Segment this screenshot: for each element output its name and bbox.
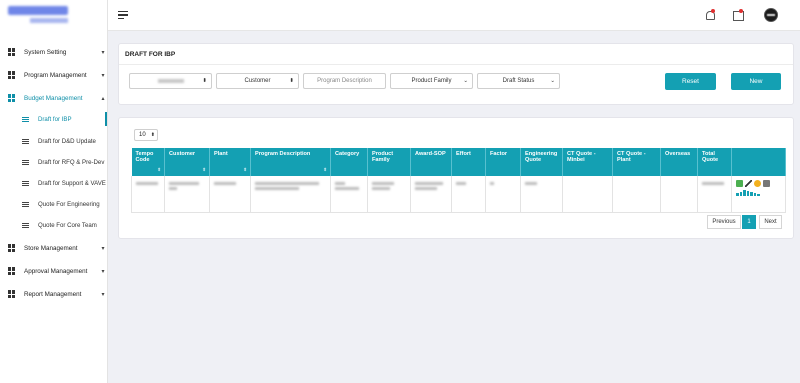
sidebar-item-approval-management[interactable]: Approval Management ▾	[0, 260, 108, 282]
table-row[interactable]	[131, 176, 786, 213]
chevron-down-icon: ⌄	[463, 78, 468, 84]
col-header[interactable]: Tempo Code ⬍	[131, 148, 165, 176]
chevron-down-icon: ▾	[101, 245, 105, 252]
list-icon	[22, 201, 29, 208]
previous-page-button[interactable]: Previous	[707, 215, 741, 229]
updown-caret-icon: ⬍	[202, 78, 207, 84]
menu-toggle-icon[interactable]	[118, 11, 128, 19]
draft-status-select[interactable]: Draft Status ⌄	[477, 73, 560, 89]
col-header[interactable]: Factor	[485, 148, 521, 176]
bookmark-icon[interactable]	[732, 9, 744, 21]
coin-icon[interactable]	[754, 180, 761, 187]
col-header[interactable]: Effort	[451, 148, 486, 176]
top-bar	[108, 0, 800, 31]
list-icon	[22, 138, 29, 145]
notification-bell-icon[interactable]	[704, 9, 716, 21]
col-header[interactable]: Plant ⬍	[209, 148, 251, 176]
calculator-icon[interactable]	[763, 180, 770, 187]
new-button[interactable]: New	[731, 73, 781, 90]
customer-select[interactable]: Customer ⬍	[216, 73, 299, 89]
sidebar-item-report-management[interactable]: Report Management ▾	[0, 283, 108, 305]
list-icon	[22, 159, 29, 166]
sidebar-subitem-draft-for-ibp[interactable]: Draft for IBP	[0, 109, 108, 130]
col-header[interactable]: Program Description ⬍	[250, 148, 331, 176]
app-logo[interactable]	[0, 0, 107, 32]
row-actions	[736, 180, 772, 196]
data-table: Tempo Code ⬍ Customer ⬍ Plant ⬍ Program Des…	[131, 148, 786, 213]
chevron-down-icon: ▾	[101, 291, 105, 298]
col-header[interactable]: CT Quote - Plant	[612, 148, 661, 176]
sidebar-item-program-management[interactable]: Program Management ▾	[0, 64, 108, 86]
updown-caret-icon: ⬍	[150, 132, 155, 138]
page-title: DRAFT FOR IBP	[125, 51, 176, 58]
chevron-down-icon: ⌄	[550, 78, 555, 84]
divider	[119, 64, 793, 65]
avatar[interactable]	[764, 8, 778, 22]
dashboard-icon	[8, 290, 16, 298]
table-card: 10 ⬍ Tempo Code ⬍ Customer ⬍ Plant ⬍ Progra…	[118, 117, 794, 239]
table-header-row: Tempo Code ⬍ Customer ⬍ Plant ⬍ Program Des…	[131, 148, 786, 176]
col-header[interactable]: Customer ⬍	[164, 148, 210, 176]
money-icon[interactable]	[736, 180, 743, 187]
product-family-select[interactable]: Product Family ⌄	[390, 73, 473, 89]
col-header[interactable]: Engineering Quote	[520, 148, 563, 176]
sidebar-subitem-draft-for-support[interactable]: Draft for Support & VAVE	[0, 173, 108, 194]
sidebar-subitem-quote-for-engineering[interactable]: Quote For Engineering	[0, 194, 108, 215]
sidebar: System Setting ▾ Program Management ▾ Bu…	[0, 0, 108, 383]
col-header[interactable]: Product Family	[367, 148, 411, 176]
updown-caret-icon: ⬍	[289, 78, 294, 84]
dashboard-icon	[8, 244, 16, 252]
filter-card: DRAFT FOR IBP ⬍ Customer ⬍ Program Descr…	[118, 43, 794, 105]
sidebar-item-store-management[interactable]: Store Management ▾	[0, 237, 108, 259]
col-header[interactable]: Total Quote	[697, 148, 732, 176]
list-icon	[22, 222, 29, 229]
chevron-down-icon: ▾	[101, 268, 105, 275]
list-icon	[22, 116, 29, 123]
page-length-select[interactable]: 10 ⬍	[134, 129, 158, 141]
col-header[interactable]: CT Quote - Minbei	[562, 148, 613, 176]
sidebar-subitem-draft-for-rfq[interactable]: Draft for RFQ & Pre-Dev	[0, 152, 108, 173]
col-header-actions	[731, 148, 786, 176]
dashboard-icon	[8, 94, 16, 102]
next-page-button[interactable]: Next	[759, 215, 782, 229]
magic-wand-icon[interactable]	[745, 180, 752, 187]
dashboard-icon	[8, 71, 16, 79]
chevron-down-icon: ▾	[101, 72, 105, 79]
col-header[interactable]: Award-SOP	[410, 148, 452, 176]
reset-button[interactable]: Reset	[665, 73, 716, 90]
dashboard-icon	[8, 48, 16, 56]
chevron-up-icon: ▴	[101, 95, 105, 102]
list-icon	[22, 180, 29, 187]
col-header[interactable]: Overseas	[660, 148, 698, 176]
sidebar-item-system-setting[interactable]: System Setting ▾	[0, 41, 108, 63]
sidebar-subitem-draft-for-dd-update[interactable]: Draft for D&D Update	[0, 131, 108, 152]
chevron-down-icon: ▾	[101, 49, 105, 56]
page-1-button[interactable]: 1	[742, 215, 756, 229]
sidebar-item-budget-management[interactable]: Budget Management ▴	[0, 87, 108, 109]
col-header[interactable]: Category	[330, 148, 368, 176]
bar-chart-icon[interactable]	[736, 190, 760, 196]
dashboard-icon	[8, 267, 16, 275]
plant-select[interactable]: ⬍	[129, 73, 212, 89]
sidebar-subitem-quote-for-core-team[interactable]: Quote For Core Team	[0, 215, 108, 236]
program-description-input[interactable]: Program Description	[303, 73, 386, 89]
